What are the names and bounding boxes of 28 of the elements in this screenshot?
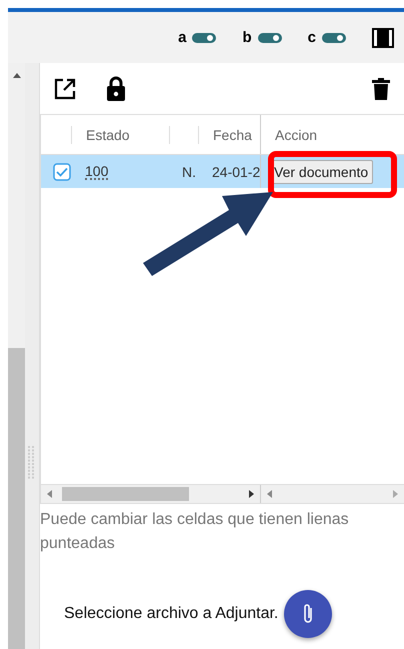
grip-icon[interactable]: [28, 446, 36, 480]
row-checkbox[interactable]: [53, 162, 71, 180]
scroll-left-icon[interactable]: [47, 490, 52, 498]
table-cell: N.: [182, 164, 196, 180]
delete-icon[interactable]: [372, 78, 390, 100]
toggle-switch[interactable]: [192, 32, 216, 42]
attach-button[interactable]: [284, 590, 332, 638]
toggle-label: c: [308, 29, 316, 46]
scroll-left-icon[interactable]: [267, 490, 272, 498]
column-header[interactable]: Estado: [86, 126, 130, 142]
scroll-up-icon[interactable]: [12, 73, 20, 78]
column-header[interactable]: Accion: [275, 126, 318, 142]
open-external-icon[interactable]: [54, 78, 76, 100]
table-cell: 24-01-2: [212, 164, 260, 180]
table-cell[interactable]: 100: [85, 164, 108, 180]
toggle-switch[interactable]: [322, 32, 346, 42]
lock-icon[interactable]: [106, 76, 126, 102]
attach-label: Seleccione archivo a Adjuntar.: [64, 605, 278, 623]
scrollbar-thumb[interactable]: [62, 487, 189, 501]
toggle-label: a: [178, 29, 186, 46]
column-header[interactable]: Fecha: [213, 126, 252, 142]
toggle-label: b: [242, 29, 252, 46]
toggle-switch[interactable]: [258, 32, 282, 42]
hint-text: Puede cambiar las celdas que tienen lienas punteadas: [40, 510, 350, 554]
scrollbar-thumb[interactable]: [8, 348, 25, 649]
scroll-right-icon[interactable]: [249, 490, 254, 498]
panel-icon[interactable]: [372, 28, 394, 48]
table-row[interactable]: 100 N. 24-01-2 Ver documento: [41, 155, 404, 188]
